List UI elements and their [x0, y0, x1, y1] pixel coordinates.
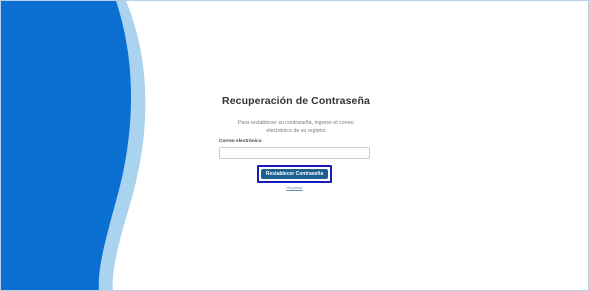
email-field-group: Correo electrónico: [219, 139, 371, 159]
decorative-wave: [1, 1, 146, 290]
recovery-panel: Recuperación de Contraseña Para restable…: [207, 95, 385, 135]
instructions-text: Para restablecer su contraseña, ingrese …: [237, 120, 354, 134]
email-field[interactable]: [219, 147, 370, 159]
back-link[interactable]: Regresar: [271, 185, 318, 190]
email-label: Correo electrónico: [219, 139, 262, 144]
reset-password-button[interactable]: Restablecer Contraseña: [261, 169, 328, 179]
login-card-frame: Recuperación de Contraseña Para restable…: [0, 0, 589, 291]
page-title: Recuperación de Contraseña: [222, 95, 370, 107]
